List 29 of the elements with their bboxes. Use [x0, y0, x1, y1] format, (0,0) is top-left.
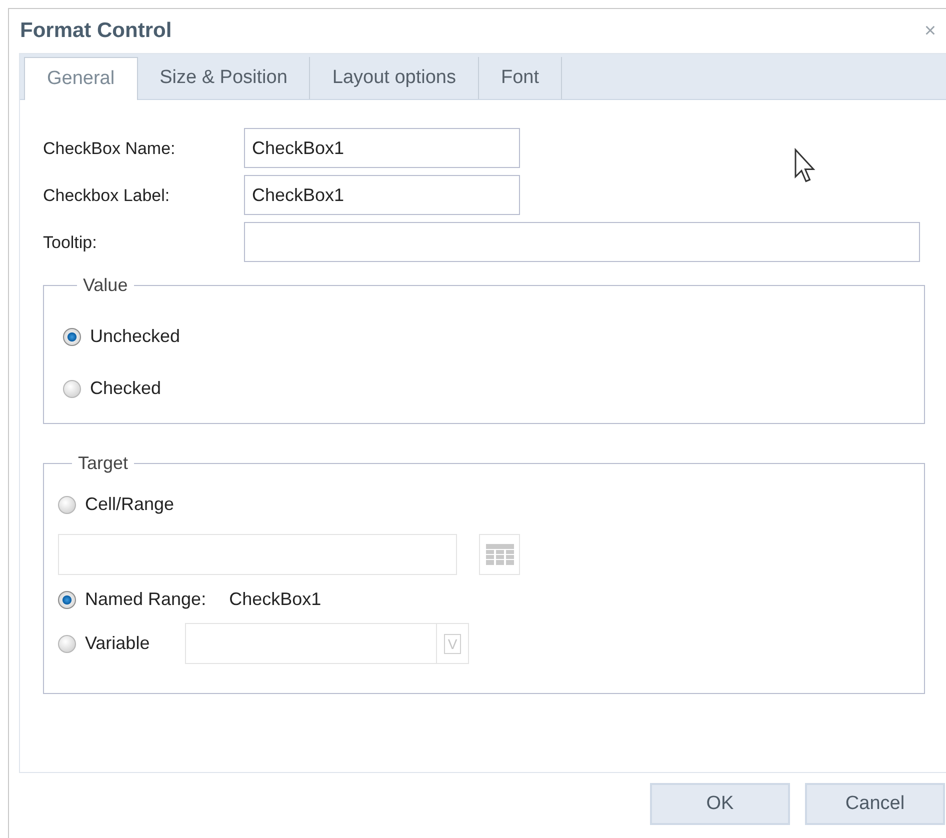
field-label: CheckBox Name:	[43, 138, 176, 160]
named-range-value: CheckBox1	[229, 588, 322, 611]
dialog-button[interactable]: Cancel	[805, 783, 945, 825]
input-field[interactable]: CheckBox1	[244, 128, 520, 168]
input-field[interactable]	[244, 222, 920, 262]
radio-label: Variable	[85, 632, 150, 655]
radio-button[interactable]	[63, 328, 81, 346]
window-title: Format Control	[20, 18, 172, 44]
tab[interactable]: Size & Position	[138, 57, 310, 99]
input-field[interactable]	[58, 534, 457, 575]
radio-label: Unchecked	[90, 325, 180, 348]
radio-button[interactable]	[58, 590, 76, 608]
group-title: Value	[82, 274, 129, 297]
radio-button[interactable]	[58, 634, 76, 652]
radio-label: Checked	[90, 377, 162, 400]
radio-button[interactable]	[58, 496, 76, 514]
range-picker-button[interactable]	[479, 534, 520, 575]
radio-button[interactable]	[63, 380, 81, 398]
grid-icon	[486, 544, 514, 566]
tab[interactable]: Layout options	[310, 57, 479, 99]
field-label: Tooltip:	[43, 232, 98, 254]
field-label: Checkbox Label:	[43, 185, 171, 208]
tab[interactable]: General	[24, 57, 138, 100]
radio-label: Cell/Range	[85, 493, 174, 516]
dialog-button[interactable]: OK	[650, 783, 790, 825]
input-field[interactable]: CheckBox1	[244, 175, 520, 215]
group-title: Target	[77, 452, 130, 475]
tab[interactable]: Font	[479, 57, 562, 99]
radio-label: Named Range:	[85, 588, 206, 611]
